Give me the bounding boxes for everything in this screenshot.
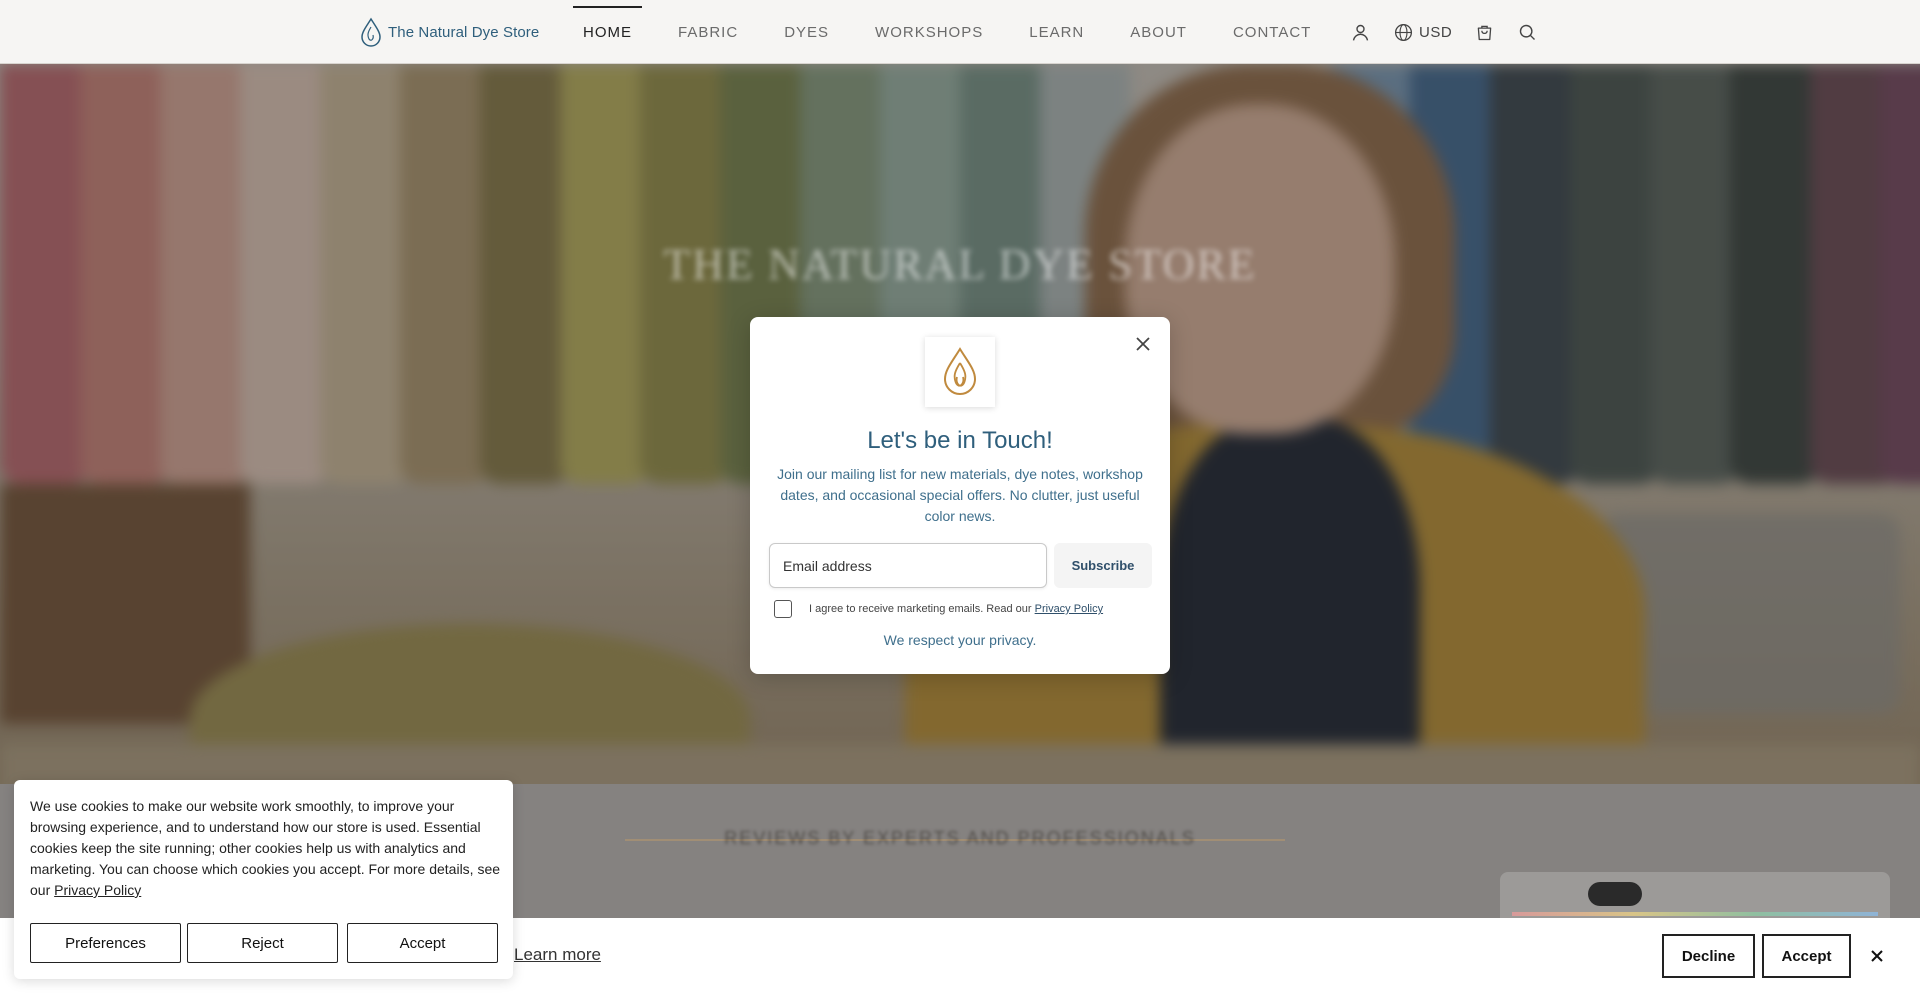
hero-title: THE NATURAL DYE STORE — [663, 240, 1257, 289]
currency-selector[interactable]: USD — [1393, 22, 1452, 43]
decline-button[interactable]: Decline — [1662, 934, 1755, 978]
reviews-color-bar — [1512, 912, 1878, 916]
cookie-privacy-link[interactable]: Privacy Policy — [54, 882, 141, 898]
nav-fabric[interactable]: FABRIC — [655, 0, 761, 64]
bar-accept-button[interactable]: Accept — [1762, 934, 1851, 978]
close-icon — [1871, 950, 1883, 962]
brand-name: The Natural Dye Store — [388, 23, 540, 41]
close-icon — [1136, 337, 1150, 351]
accept-button[interactable]: Accept — [347, 923, 498, 963]
user-icon — [1352, 24, 1369, 41]
nav-home[interactable]: HOME — [560, 0, 655, 64]
cookie-message: We use cookies to make our website work … — [30, 796, 505, 901]
account-button[interactable] — [1350, 22, 1371, 43]
email-input[interactable] — [769, 543, 1047, 588]
globe-icon — [1394, 23, 1413, 41]
reviews-tab — [1588, 882, 1642, 906]
privacy-note: We respect your privacy. — [883, 632, 1037, 648]
reject-button[interactable]: Reject — [187, 923, 338, 963]
consent-label: I agree to receive marketing emails. Rea… — [809, 603, 1103, 615]
popup-title: Let's be in Touch! — [867, 427, 1053, 454]
popup-close-button[interactable] — [1132, 333, 1154, 355]
subscribe-button[interactable]: Subscribe — [1054, 543, 1152, 588]
nav-workshops[interactable]: WORKSHOPS — [852, 0, 1006, 64]
consent-privacy-link[interactable]: Privacy Policy — [1035, 603, 1103, 615]
learn-more-link[interactable]: Learn more — [514, 945, 601, 965]
brand-logo[interactable]: The Natural Dye Store — [358, 17, 539, 47]
shopping-bag-icon — [1477, 25, 1492, 40]
cookie-panel: We use cookies to make our website work … — [14, 780, 513, 979]
main-nav: HOME FABRIC DYES WORKSHOPS LEARN ABOUT C… — [560, 0, 1334, 64]
nav-dyes[interactable]: DYES — [761, 0, 852, 64]
popup-description: Join our mailing list for new materials,… — [777, 466, 1143, 524]
search-icon — [1519, 24, 1536, 40]
drop-logo-icon — [943, 347, 977, 395]
site-header: The Natural Dye Store HOME FABRIC DYES W… — [0, 0, 1920, 64]
consent-checkbox[interactable] — [774, 600, 792, 618]
popup-logo — [925, 337, 995, 407]
nav-learn[interactable]: LEARN — [1006, 0, 1107, 64]
header-tools: USD — [1350, 0, 1538, 64]
consent-text: I agree to receive marketing emails. Rea… — [809, 603, 1032, 615]
marketing-consent: I agree to receive marketing emails. Rea… — [774, 599, 1154, 619]
nav-about[interactable]: ABOUT — [1107, 0, 1210, 64]
search-button[interactable] — [1517, 22, 1538, 43]
preferences-button[interactable]: Preferences — [30, 923, 181, 963]
cart-button[interactable] — [1474, 22, 1495, 43]
nav-contact[interactable]: CONTACT — [1210, 0, 1334, 64]
newsletter-popup: Let's be in Touch! Join our mailing list… — [750, 317, 1170, 674]
cookie-bar-close-button[interactable] — [1867, 946, 1887, 966]
currency-label: USD — [1419, 23, 1453, 41]
drop-logo-icon — [361, 17, 381, 47]
